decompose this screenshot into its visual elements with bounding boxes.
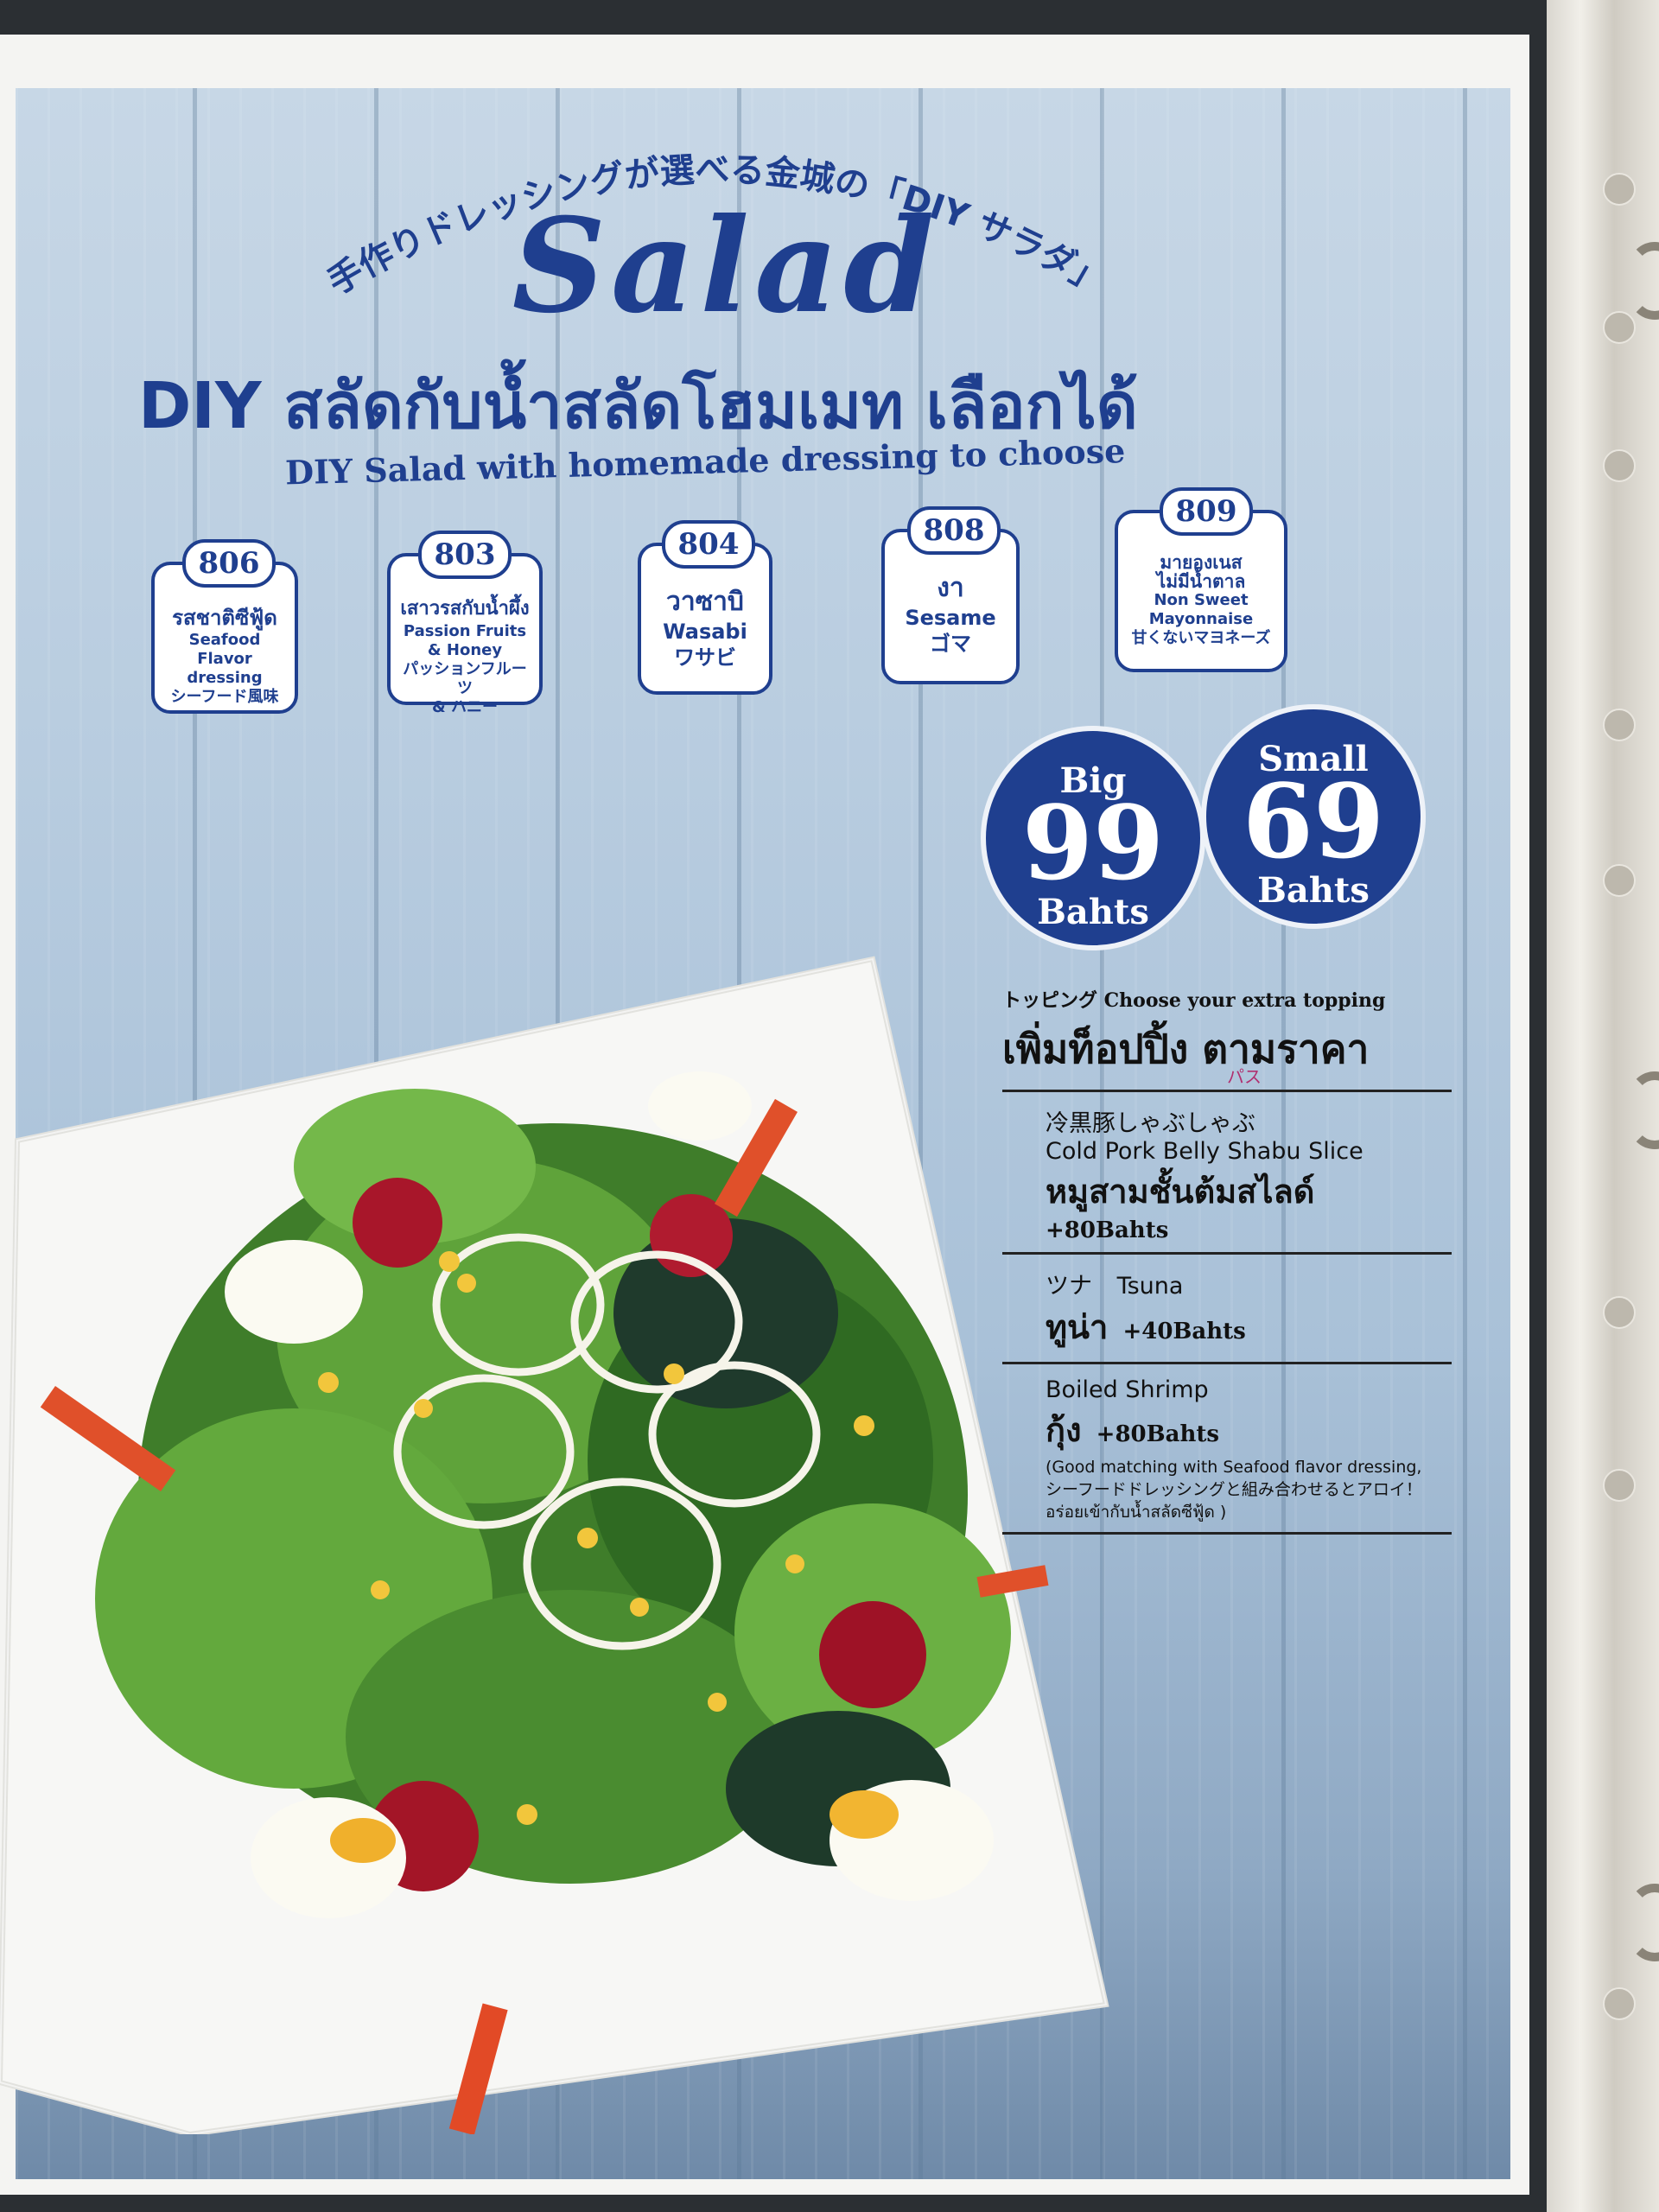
price-unit: Bahts [1037, 892, 1149, 932]
topping-item: Boiled Shrimp กุ้ง +80Bahts (Good matchi… [1002, 1376, 1452, 1523]
dressing-en: Non Sweet [1154, 591, 1249, 609]
binder-ring [1629, 1071, 1659, 1149]
dressing-jp: ワサビ [674, 645, 736, 670]
topping-item: ツナ Tsuna ทูน่า +40Bahts [1002, 1267, 1452, 1353]
dressing-en: Passion Fruits [403, 622, 527, 640]
binder-ring [1629, 242, 1659, 320]
dressing-809: 809 มายองเนส ไม่มีน้ำตาล Non Sweet Mayon… [1115, 487, 1287, 672]
binder-hole [1603, 311, 1636, 344]
divider [1002, 1532, 1452, 1535]
dressing-jp: 甘くないマヨネーズ [1131, 629, 1271, 647]
binder-hole [1603, 1987, 1636, 2020]
page-title: Salad [512, 190, 940, 342]
topping-thai: ทูน่า [1046, 1308, 1109, 1346]
dressing-thai: วาซาบิ [666, 587, 744, 617]
divider [1002, 1252, 1452, 1255]
topping-thai: หมูสามชั้นต้มสไลด์ [1046, 1173, 1315, 1211]
dressing-804: 804 วาซาบิ Wasabi ワサビ [638, 520, 772, 695]
dressing-en: Seafood Flavor [188, 631, 261, 668]
divider [1002, 1090, 1452, 1092]
topping-en: Tsuna [1116, 1273, 1184, 1300]
topping-note: (Good matching with Seafood flavor dress… [1046, 1458, 1422, 1477]
dressing-jp: ゴマ [930, 632, 971, 656]
dressing-806: 806 รสชาติซีฟู้ด Seafood Flavor dressing… [151, 539, 298, 714]
dressing-number: 806 [182, 539, 276, 588]
topping-note: อร่อยเข้ากับน้ำสลัดซีฟู้ด ) [1046, 1503, 1227, 1522]
dressing-number: 809 [1160, 487, 1253, 536]
topping-thai: กุ้ง [1046, 1411, 1082, 1449]
binder-hole [1603, 449, 1636, 482]
binder-hole [1603, 173, 1636, 206]
dressing-number: 808 [907, 506, 1001, 555]
dressing-en: Wasabi [663, 620, 747, 644]
dressing-803: 803 เสาวรสกับน้ำผึ้ง Passion Fruits & Ho… [387, 531, 543, 716]
topping-price: +80Bahts [1046, 1217, 1169, 1243]
dressing-thai: มายองเนส [1160, 552, 1243, 573]
price-amount: 69 [1242, 761, 1385, 881]
price-unit: Bahts [1257, 870, 1370, 911]
topping-en: Boiled Shrimp [1046, 1376, 1209, 1403]
topping-price: +80Bahts [1096, 1421, 1219, 1447]
binder-ring [1629, 1884, 1659, 1961]
dressing-en: dressing [187, 669, 263, 687]
topping-item: 冷黒豚しゃぶしゃぶ Cold Pork Belly Shabu Slice หม… [1002, 1104, 1452, 1243]
dressing-en: & Honey [427, 641, 503, 659]
dressing-en: Mayonnaise [1148, 610, 1254, 628]
toppings-heading-small: トッピング Choose your extra topping [1002, 989, 1386, 1012]
topping-jp: 冷黒豚しゃぶしゃぶ [1046, 1110, 1255, 1137]
dressing-thai: ไม่มีน้ำตาล [1156, 571, 1246, 592]
price-badge-small: Small 69 Bahts [1201, 704, 1426, 929]
topping-jp: ツナ [1046, 1273, 1092, 1300]
price-badge-big: Big 99 Bahts [981, 726, 1205, 950]
dressing-en: Sesame [905, 606, 996, 630]
dressing-jp: & ハニー [432, 698, 498, 716]
dressing-808: 808 งา Sesame ゴマ [881, 506, 1020, 684]
dressing-thai: เสาวรสกับน้ำผึ้ง [400, 598, 530, 620]
binder-hole [1603, 709, 1636, 741]
dressing-thai: รสชาติซีฟู้ด [172, 606, 277, 630]
topping-note: シーフードドレッシングと組み合わせるとアロイ！ [1046, 1480, 1422, 1499]
dressing-number: 804 [662, 520, 755, 569]
dressing-jp: パッションフルーツ [403, 660, 527, 697]
binder-hole [1603, 1296, 1636, 1329]
toppings-heading: เพิ่มท็อปปิ้ง ตามราคา [1002, 1026, 1370, 1072]
topping-en: Cold Pork Belly Shabu Slice [1046, 1138, 1363, 1165]
price-amount: 99 [1021, 783, 1165, 903]
divider [1002, 1362, 1452, 1364]
toppings-section: トッピング Choose your extra topping เพิ่มท็อ… [1002, 985, 1452, 1547]
dressing-jp: シーフード風味 [170, 688, 279, 706]
topping-price: +40Bahts [1122, 1319, 1246, 1344]
binder-hole [1603, 1469, 1636, 1502]
dressing-thai: งา [937, 573, 964, 603]
dressing-number: 803 [418, 531, 512, 579]
binder-hole [1603, 864, 1636, 897]
